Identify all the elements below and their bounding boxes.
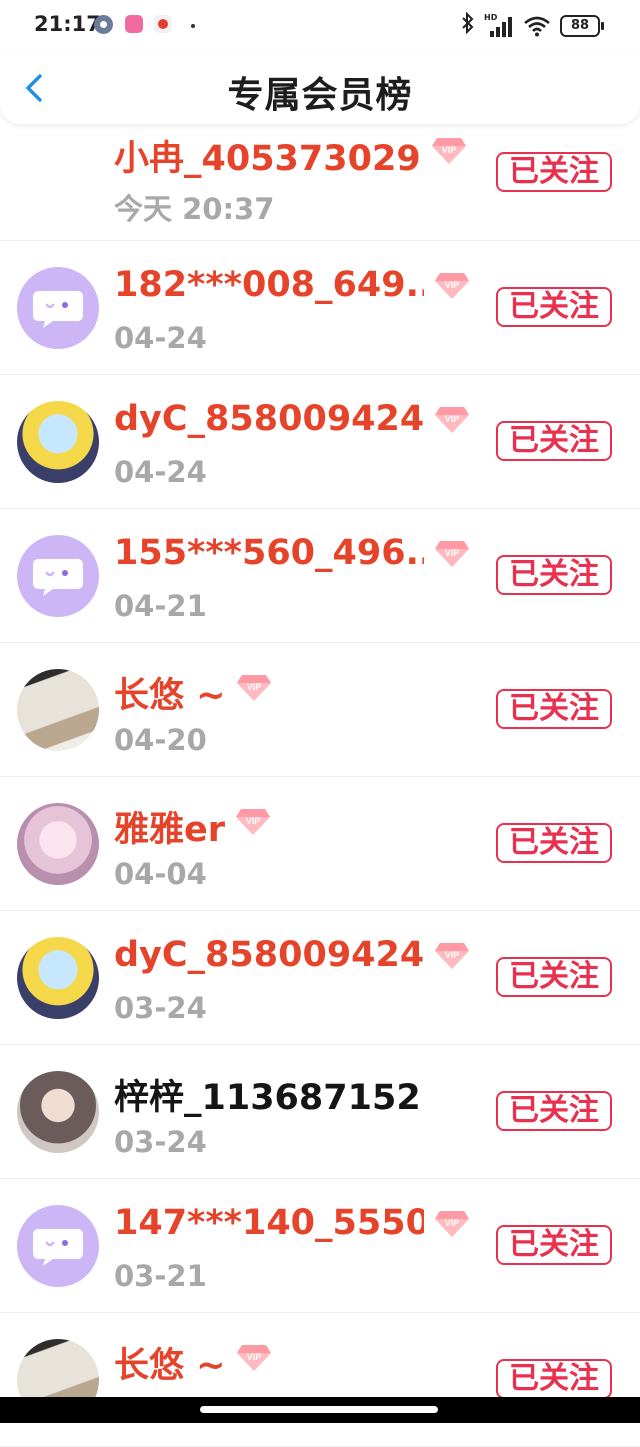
member-name[interactable]: 155***560_496... (114, 533, 424, 573)
member-row[interactable]: 小冉_405373029 VIP 今天 20:37 已关注 (0, 124, 640, 241)
avatar[interactable] (17, 1071, 99, 1153)
member-date: 04-21 (114, 589, 207, 623)
followed-button[interactable]: 已关注 (496, 1225, 612, 1265)
member-date: 03-24 (114, 991, 207, 1025)
member-row[interactable]: 155***560_496... VIP 04-21 已关注 (0, 509, 640, 643)
member-name[interactable]: 雅雅er (114, 801, 225, 852)
svg-text:VIP: VIP (246, 1352, 261, 1362)
member-name[interactable]: dyC_858009424 (114, 935, 424, 975)
chat-bubble-icon (31, 1227, 85, 1266)
member-date: 今天 20:37 (114, 192, 275, 226)
member-list[interactable]: 小冉_405373029 VIP 今天 20:37 已关注 182***008_649.… (0, 124, 640, 1447)
avatar[interactable] (17, 535, 99, 617)
avatar[interactable] (17, 401, 99, 483)
page-title: 专属会员榜 (227, 75, 413, 116)
chat-bubble-icon (31, 557, 85, 596)
vip-diamond-icon: VIP (236, 1343, 272, 1373)
avatar[interactable] (17, 669, 99, 751)
vip-diamond-icon: VIP (434, 1209, 470, 1239)
member-name[interactable]: 182***008_649... (114, 265, 424, 305)
vip-diamond-icon: VIP (235, 807, 271, 837)
vip-diamond-icon: VIP (434, 539, 470, 569)
member-date: 04-04 (114, 857, 207, 891)
tomato-app-notification-icon (154, 15, 172, 33)
member-date: 03-24 (114, 1125, 207, 1159)
followed-button[interactable]: 已关注 (496, 555, 612, 595)
settings-notification-icon (94, 15, 113, 34)
gesture-navigation-bar (0, 1397, 640, 1423)
member-row[interactable]: 雅雅er VIP 04-04 已关注 (0, 777, 640, 911)
svg-text:VIP: VIP (445, 414, 460, 424)
member-row[interactable]: 147***140_5550... VIP 03-21 已关注 (0, 1179, 640, 1313)
member-date: 04-24 (114, 455, 207, 489)
cellular-signal-icon: HD (484, 12, 514, 37)
home-indicator[interactable] (200, 1406, 438, 1413)
vip-diamond-icon: VIP (236, 673, 272, 703)
followed-button[interactable]: 已关注 (496, 1091, 612, 1131)
member-name[interactable]: dyC_858009424 (114, 399, 424, 439)
member-name[interactable]: 长悠 ~ (114, 1337, 226, 1388)
member-name[interactable]: 147***140_5550... (114, 1203, 424, 1243)
svg-text:VIP: VIP (441, 145, 456, 155)
battery-icon: 88 (560, 14, 604, 37)
more-notifications-icon (191, 24, 195, 28)
member-row[interactable]: dyC_858009424 VIP 03-24 已关注 (0, 911, 640, 1045)
member-row[interactable]: 长悠 ~VIP03-20已关注 (0, 1313, 640, 1447)
svg-text:VIP: VIP (246, 816, 261, 826)
followed-button[interactable]: 已关注 (496, 957, 612, 997)
vip-diamond-icon: VIP (434, 941, 470, 971)
vip-diamond-icon: VIP (434, 271, 470, 301)
member-name[interactable]: 梓梓_113687152... (114, 1069, 424, 1120)
member-date: 04-20 (114, 723, 207, 757)
followed-button[interactable]: 已关注 (496, 1359, 612, 1399)
avatar[interactable] (17, 267, 99, 349)
wifi-icon (523, 15, 551, 37)
followed-button[interactable]: 已关注 (496, 421, 612, 461)
svg-text:VIP: VIP (445, 1218, 460, 1228)
vip-diamond-icon: VIP (431, 136, 467, 166)
app-notification-icon (125, 15, 143, 33)
member-row[interactable]: 长悠 ~ VIP 04-20 已关注 (0, 643, 640, 777)
avatar[interactable] (17, 937, 99, 1019)
followed-button[interactable]: 已关注 (496, 823, 612, 863)
avatar[interactable] (17, 803, 99, 885)
followed-button[interactable]: 已关注 (496, 689, 612, 729)
member-date: 03-21 (114, 1259, 207, 1293)
member-row[interactable]: 梓梓_113687152... 03-24 已关注 (0, 1045, 640, 1179)
svg-text:VIP: VIP (445, 280, 460, 290)
svg-text:VIP: VIP (246, 682, 261, 692)
member-date: 04-24 (114, 321, 207, 355)
hd-label: HD (484, 12, 498, 22)
avatar[interactable] (17, 1205, 99, 1287)
followed-button[interactable]: 已关注 (496, 287, 612, 327)
header: 专属会员榜 (0, 52, 640, 124)
svg-text:VIP: VIP (445, 950, 460, 960)
svg-text:VIP: VIP (445, 548, 460, 558)
member-row[interactable]: dyC_858009424 VIP 04-24 已关注 (0, 375, 640, 509)
bluetooth-icon (461, 11, 475, 39)
followed-button[interactable]: 已关注 (496, 152, 612, 192)
vip-diamond-icon: VIP (434, 405, 470, 435)
status-time: 21:17 (34, 12, 101, 36)
chat-bubble-icon (31, 289, 85, 328)
member-name[interactable]: 小冉_405373029 (114, 130, 421, 181)
member-name[interactable]: 长悠 ~ (114, 667, 226, 718)
status-bar: 21:17 HD 88 (0, 0, 640, 52)
member-row[interactable]: 182***008_649... VIP 04-24 已关注 (0, 241, 640, 375)
